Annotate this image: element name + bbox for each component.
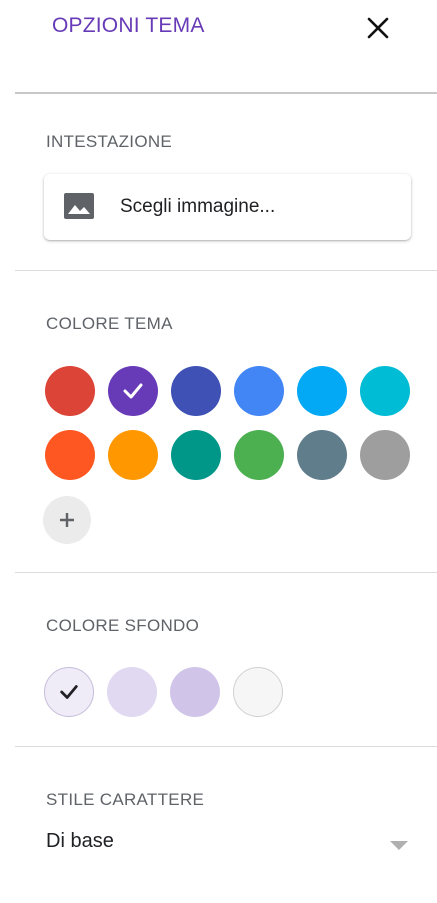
close-button[interactable]	[358, 8, 398, 48]
check-icon	[60, 685, 78, 699]
theme-color-section-label: COLORE TEMA	[46, 314, 173, 333]
close-icon[interactable]	[366, 16, 390, 40]
theme-color-swatch[interactable]	[45, 366, 95, 416]
check-icon	[123, 383, 143, 399]
add-custom-color-button[interactable]	[43, 496, 91, 544]
choose-image-label: Scegli immagine...	[120, 196, 276, 217]
section-divider	[15, 270, 437, 271]
background-color-swatch[interactable]	[107, 667, 157, 717]
background-color-section-label: COLORE SFONDO	[46, 616, 200, 635]
section-divider	[15, 746, 437, 747]
theme-color-swatch[interactable]	[108, 366, 158, 416]
section-divider	[15, 572, 437, 573]
header-section-label: INTESTAZIONE	[46, 132, 173, 151]
theme-options-panel: OPZIONI TEMA INTESTAZIONE Scegli immagin…	[0, 0, 437, 903]
plus-icon	[60, 513, 74, 527]
theme-color-swatch[interactable]	[360, 366, 410, 416]
theme-color-swatch[interactable]	[171, 430, 221, 480]
theme-color-swatch[interactable]	[234, 366, 284, 416]
theme-color-swatch[interactable]	[45, 430, 95, 480]
background-color-swatch[interactable]	[44, 667, 94, 717]
theme-color-swatch[interactable]	[360, 430, 410, 480]
theme-color-swatch[interactable]	[234, 430, 284, 480]
theme-color-swatch[interactable]	[297, 366, 347, 416]
background-color-swatch[interactable]	[170, 667, 220, 717]
dropdown-arrow-icon	[390, 841, 408, 850]
theme-color-swatch[interactable]	[171, 366, 221, 416]
image-icon	[64, 193, 94, 219]
background-color-swatch[interactable]	[233, 667, 283, 717]
panel-title: OPZIONI TEMA	[52, 14, 205, 37]
theme-color-swatch[interactable]	[108, 430, 158, 480]
font-style-select[interactable]: Di base	[46, 826, 416, 862]
font-style-section-label: STILE CARATTERE	[46, 790, 205, 809]
header-divider	[15, 92, 437, 94]
choose-image-button[interactable]: Scegli immagine...	[44, 174, 411, 240]
font-style-value: Di base	[46, 830, 114, 852]
theme-color-swatch[interactable]	[297, 430, 347, 480]
